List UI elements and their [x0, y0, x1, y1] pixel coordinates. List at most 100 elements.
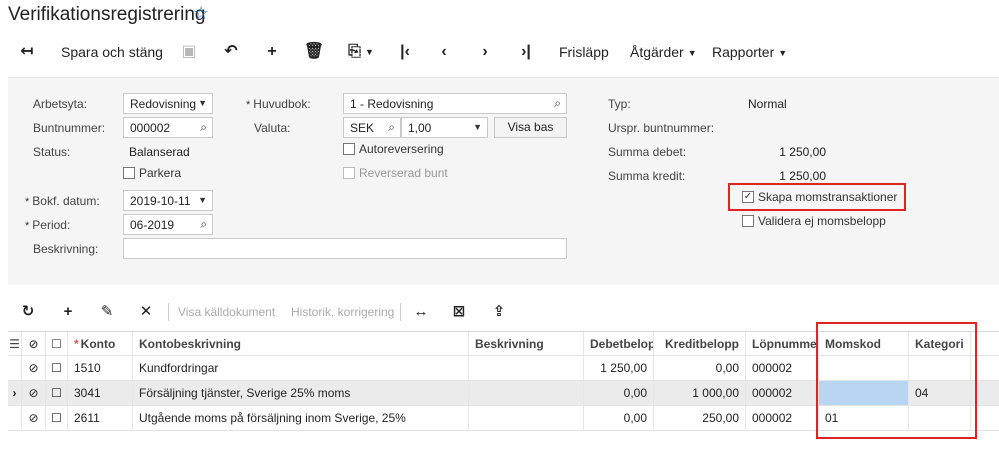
search-icon[interactable]: ⌕ [200, 217, 207, 232]
highlight-frame [728, 183, 906, 211]
column-header-credit[interactable]: Kreditbelopp [654, 332, 746, 356]
close-icon[interactable]: ✕ [136, 298, 156, 326]
note-icon: ☐ [46, 332, 68, 356]
page-title: Verifikationsregistrering [8, 4, 206, 25]
description-field[interactable] [123, 238, 567, 259]
cell-line-number[interactable]: 000002 [746, 356, 819, 380]
cell-debit[interactable]: 1 250,00 [584, 356, 654, 380]
period-value: 06-2019 [130, 218, 175, 232]
cell-account[interactable]: 2611 [68, 406, 133, 430]
cell-debit[interactable]: 0,00 [584, 406, 654, 430]
cell-account[interactable]: 1510 [68, 356, 133, 380]
auto-reversing-checkbox-box[interactable] [343, 143, 355, 155]
previous-record-icon[interactable]: ‹ [433, 36, 455, 68]
cell-description[interactable] [469, 381, 584, 405]
cell-line-number[interactable]: 000002 [746, 406, 819, 430]
toolbar-separator [168, 303, 169, 321]
cell-credit[interactable]: 1 000,00 [654, 381, 746, 405]
row-pointer [8, 356, 22, 380]
period-field[interactable]: 06-2019 ⌕ [123, 214, 213, 235]
cell-debit[interactable]: 0,00 [584, 381, 654, 405]
attachment-icon: ⊘ [22, 332, 46, 356]
ledger-field[interactable]: 1 - Redovisning ⌕ [343, 93, 567, 114]
reversing-batch-label: Reverserad bunt [359, 166, 448, 180]
cell-line-number[interactable]: 000002 [746, 381, 819, 405]
current-row-arrow-icon: › [8, 381, 22, 405]
column-header-debit[interactable]: Debetbelopp [584, 332, 654, 356]
refresh-icon[interactable]: ↻ [18, 298, 38, 326]
posting-date-field[interactable]: 2019-10-11 ▼ [123, 190, 213, 211]
cell-account-desc[interactable]: Kundfordringar [133, 356, 469, 380]
caret-down-icon: ▼ [473, 122, 482, 132]
hold-checkbox-box[interactable] [123, 167, 135, 179]
posting-date-label: * Bokf. datum: [25, 194, 100, 208]
currency-value: SEK [350, 121, 375, 135]
status-label: Status: [33, 145, 71, 159]
cell-account-desc[interactable]: Utgående moms på försäljning inom Sverig… [133, 406, 469, 430]
fit-columns-icon[interactable]: ↔ [411, 298, 431, 326]
row-selector-icon[interactable]: ☰ [8, 332, 22, 356]
note-icon[interactable]: ☐ [46, 356, 68, 380]
posting-date-value: 2019-10-11 [130, 194, 191, 208]
column-header-description[interactable]: Beskrivning [469, 332, 584, 356]
search-icon[interactable]: ⌕ [200, 120, 207, 135]
hold-label: Parkera [139, 166, 182, 180]
save-icon[interactable]: ▣ [178, 36, 200, 68]
add-icon[interactable]: + [261, 36, 283, 68]
workspace-select[interactable]: Redovisning ▼ [123, 93, 213, 114]
note-icon[interactable]: ☐ [46, 406, 68, 430]
auto-reversing-label: Autoreversering [359, 142, 444, 156]
copy-paste-icon[interactable]: ⎘ ▼ [344, 36, 378, 68]
cell-credit[interactable]: 0,00 [654, 356, 746, 380]
cell-account-desc[interactable]: Försäljning tjänster, Sverige 25% moms [133, 381, 469, 405]
auto-reversing-checkbox[interactable]: Autoreversering [343, 142, 444, 156]
release-button[interactable]: Frisläpp [559, 36, 609, 68]
exchange-rate-field[interactable]: 1,00 ▼ [401, 117, 488, 138]
hold-checkbox[interactable]: Parkera [123, 166, 181, 180]
first-record-icon[interactable]: |‹ [394, 36, 416, 68]
search-icon[interactable]: ⌕ [388, 120, 395, 135]
star-outline-icon[interactable]: ☆ [193, 3, 209, 24]
view-source-button[interactable]: Visa källdokument [178, 298, 275, 326]
note-icon[interactable]: ☐ [46, 381, 68, 405]
caret-down-icon: ▼ [778, 48, 788, 59]
save-close-button[interactable]: Spara och stäng [61, 36, 163, 68]
toolbar-separator [400, 303, 401, 321]
attachment-icon[interactable]: ⊘ [22, 356, 46, 380]
column-header-line-number[interactable]: Löpnummer [746, 332, 819, 356]
view-base-button[interactable]: Visa bas [494, 117, 567, 138]
cell-credit[interactable]: 250,00 [654, 406, 746, 430]
last-record-icon[interactable]: ›| [515, 36, 537, 68]
add-row-icon[interactable]: + [58, 298, 78, 326]
history-button[interactable]: Historik, korrigering [291, 298, 394, 326]
actions-menu[interactable]: Åtgärder ▼ [630, 36, 697, 68]
currency-field[interactable]: SEK ⌕ [343, 117, 401, 138]
batch-number-label: Buntnummer: [33, 121, 106, 135]
cell-description[interactable] [469, 406, 584, 430]
no-validate-vat-checkbox[interactable]: Validera ej momsbelopp [742, 214, 886, 228]
column-header-account-text: Konto [80, 337, 116, 351]
upload-icon[interactable]: ⇪ [489, 298, 509, 326]
attachment-icon[interactable]: ⊘ [22, 381, 46, 405]
batch-number-field[interactable]: 000002 ⌕ [123, 117, 213, 138]
attachment-icon[interactable]: ⊘ [22, 406, 46, 430]
cell-account[interactable]: 3041 [68, 381, 133, 405]
search-icon[interactable]: ⌕ [554, 96, 561, 111]
cell-description[interactable] [469, 356, 584, 380]
type-value: Normal [748, 97, 787, 111]
edit-icon[interactable]: ✎ [97, 298, 117, 326]
delete-icon[interactable]: 🗑 [303, 36, 325, 68]
column-header-account-desc[interactable]: Kontobeskrivning [133, 332, 469, 356]
back-arrow-icon[interactable]: ↤ [16, 36, 38, 68]
reversing-batch-checkbox: Reverserad bunt [343, 166, 448, 180]
caret-down-icon: ▼ [687, 48, 697, 59]
undo-icon[interactable]: ↶ [220, 36, 242, 68]
debit-total-value: 1 250,00 [779, 145, 826, 159]
no-validate-vat-checkbox-box[interactable] [742, 215, 754, 227]
reports-menu-label: Rapporter [712, 44, 775, 60]
export-excel-icon[interactable]: ⊠ [449, 298, 469, 326]
reports-menu[interactable]: Rapporter ▼ [712, 36, 787, 68]
column-header-account[interactable]: * Konto [68, 332, 133, 356]
next-record-icon[interactable]: › [474, 36, 496, 68]
type-label: Typ: [608, 97, 631, 111]
